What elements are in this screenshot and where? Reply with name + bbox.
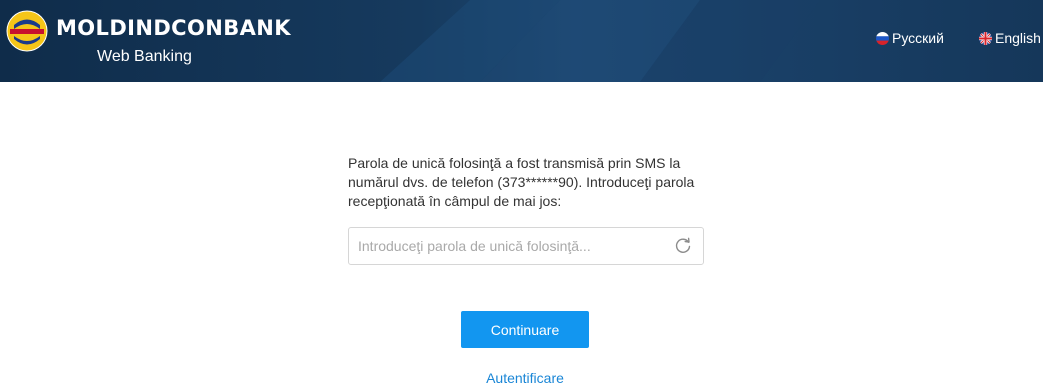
language-russian-label: Русский	[892, 30, 944, 46]
bank-logo-icon	[6, 10, 48, 52]
language-english-link[interactable]: English	[979, 29, 1041, 47]
header-bar: MOLDINDCONBANK Web Banking Русский Engli…	[0, 0, 1043, 82]
russia-flag-icon	[876, 31, 889, 45]
language-russian-link[interactable]: Русский	[876, 29, 944, 47]
sms-instruction-text: Parola de unică folosinţă a fost transmi…	[348, 155, 695, 209]
otp-form: Parola de unică folosinţă a fost transmi…	[0, 82, 1043, 387]
language-english-label: English	[995, 30, 1041, 46]
uk-flag-icon	[979, 31, 992, 45]
brand-name: MOLDINDCONBANK	[56, 16, 291, 40]
continue-button[interactable]: Continuare	[461, 311, 589, 348]
otp-input[interactable]	[349, 228, 659, 264]
otp-field	[348, 227, 704, 265]
refresh-icon[interactable]	[674, 237, 692, 255]
authentication-link[interactable]: Autentificare	[481, 369, 569, 387]
brand-subtitle: Web Banking	[97, 48, 192, 65]
